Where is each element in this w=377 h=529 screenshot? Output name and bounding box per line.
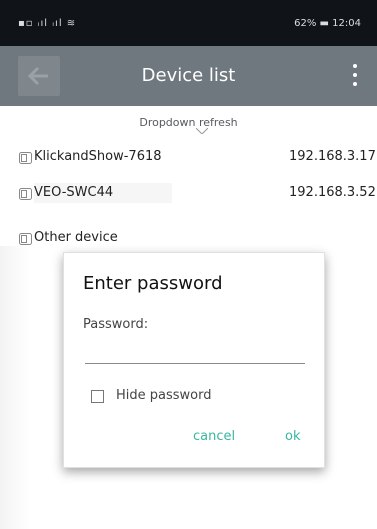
overflow-menu-button[interactable] bbox=[343, 60, 367, 92]
page-title: Device list bbox=[141, 65, 236, 86]
password-input[interactable] bbox=[85, 343, 305, 364]
status-icons: ▪▫ ᵢıl ᵢıl ≋ bbox=[18, 18, 77, 29]
battery-time: 62% ▬ 12:04 bbox=[294, 18, 361, 29]
hide-password-checkbox[interactable] bbox=[91, 390, 104, 403]
device-icon bbox=[19, 233, 32, 245]
status-bar: ▪▫ ᵢıl ᵢıl ≋ 62% ▬ 12:04 bbox=[0, 0, 377, 46]
device-name: VEO-SWC44 bbox=[34, 185, 114, 200]
device-icon bbox=[19, 188, 32, 200]
ok-button[interactable]: ok bbox=[285, 429, 300, 444]
device-name: Other device bbox=[34, 230, 118, 245]
device-ip: 192.168.3.17 bbox=[289, 149, 376, 164]
device-row[interactable]: KlickandShow-7618 192.168.3.17 bbox=[0, 144, 377, 172]
refresh-hint-text: Dropdown refresh bbox=[139, 116, 238, 129]
device-name: KlickandShow-7618 bbox=[34, 149, 162, 164]
password-dialog: Enter password Password: Hide password c… bbox=[63, 252, 325, 468]
hide-password-label[interactable]: Hide password bbox=[116, 388, 212, 403]
device-ip: 192.168.3.52 bbox=[289, 185, 376, 200]
cancel-button[interactable]: cancel bbox=[193, 429, 235, 444]
dialog-title: Enter password bbox=[83, 273, 223, 294]
app-bar: Device list bbox=[0, 46, 377, 106]
device-icon bbox=[19, 152, 32, 164]
device-row[interactable]: Other device bbox=[0, 225, 377, 253]
password-label: Password: bbox=[83, 317, 149, 332]
device-row[interactable]: VEO-SWC44 192.168.3.52 bbox=[0, 180, 377, 208]
chevron-down-icon bbox=[196, 128, 208, 134]
battery-percent: 62% bbox=[294, 18, 317, 29]
dim-overlay bbox=[0, 246, 30, 529]
battery-icon: ▬ bbox=[319, 18, 329, 29]
refresh-hint: Dropdown refresh bbox=[0, 116, 377, 134]
clock: 12:04 bbox=[332, 18, 361, 29]
